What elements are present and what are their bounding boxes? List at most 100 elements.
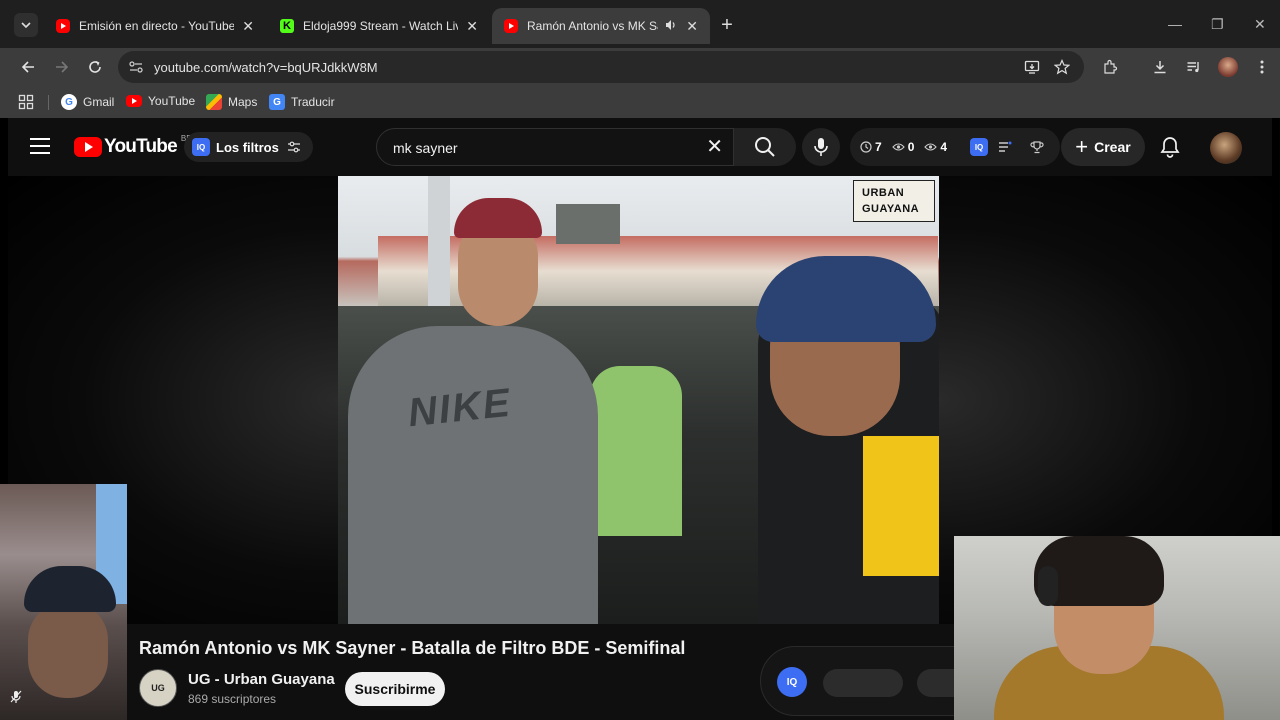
tab-kick-stream[interactable]: K Eldoja999 Stream - Watch Live on Kick … [268, 8, 490, 44]
youtube-icon [504, 19, 518, 33]
search-query: mk sayner [393, 140, 458, 156]
filters-label: Los filtros [216, 139, 279, 155]
youtube-icon [126, 95, 142, 107]
filters-chip[interactable]: IQ Los filtros [184, 132, 313, 162]
bookmark-youtube[interactable]: YouTube [126, 94, 195, 108]
youtube-icon [56, 19, 70, 33]
red-cap [454, 198, 542, 238]
minimize-icon[interactable]: — [1168, 16, 1182, 32]
trophy-icon[interactable] [1030, 140, 1044, 154]
restore-icon[interactable]: ❐ [1211, 16, 1224, 33]
google-icon: G [61, 94, 77, 110]
microphone-icon [814, 138, 828, 156]
close-tab-icon[interactable]: ✕ [686, 18, 698, 35]
background-tower [556, 204, 620, 244]
iq-extension-button[interactable]: IQ [777, 667, 807, 697]
more-menu-icon[interactable] [1252, 57, 1272, 77]
search-button[interactable] [734, 128, 796, 166]
back-button[interactable] [17, 56, 39, 78]
apps-grid-icon[interactable] [18, 94, 34, 110]
toolbar: youtube.com/watch?v=bqURJdkkW8M [0, 48, 1280, 86]
playlist-icon[interactable] [998, 141, 1012, 153]
downloads-icon[interactable] [1150, 57, 1170, 77]
channel-watermark: URBAN GUAYANA [853, 180, 935, 222]
iq-extension-icon: IQ [192, 138, 210, 156]
tab-current-video[interactable]: Ramón Antonio vs MK Sayner ✕ [492, 8, 710, 44]
extension-stats[interactable]: 7 0 4 IQ [850, 128, 1060, 166]
eye-counter: 0 [891, 140, 914, 154]
iq-extension-icon[interactable]: IQ [967, 138, 989, 156]
maps-icon [206, 94, 222, 110]
voice-search-button[interactable] [802, 128, 840, 166]
eye-icon [924, 143, 938, 151]
plus-icon: + [1075, 134, 1089, 159]
bookmark-label: YouTube [148, 94, 196, 108]
youtube-logo[interactable]: YouTube BR [74, 134, 192, 158]
chevron-down-icon [21, 22, 31, 29]
speaker-icon[interactable] [664, 18, 678, 35]
tab-youtube-studio[interactable]: Emisión en directo - YouTube Studio ✕ [44, 8, 266, 44]
rapper-grey-shirt: NIKE [348, 326, 598, 624]
shirt-print: NIKE [405, 380, 514, 436]
clear-search-icon[interactable]: ✕ [706, 137, 723, 157]
new-tab-button[interactable]: + [716, 14, 738, 36]
install-app-icon[interactable] [1022, 57, 1042, 77]
bookmark-label: Maps [228, 95, 258, 109]
bookmarks-bar: G Gmail YouTube Maps G Traducir [0, 86, 1280, 118]
video-frame[interactable]: NIKE URBAN GUAYANA [338, 176, 939, 624]
reload-button[interactable] [84, 56, 106, 78]
like-button[interactable] [823, 669, 903, 697]
tab-strip: Emisión en directo - YouTube Studio ✕ K … [0, 0, 1280, 48]
channel-avatar[interactable]: UG [139, 669, 177, 707]
kick-icon: K [280, 19, 294, 33]
subscribe-button[interactable]: Suscribirme [345, 672, 445, 706]
account-avatar[interactable] [1210, 132, 1242, 164]
close-window-icon[interactable]: ✕ [1254, 16, 1266, 33]
spectator-green-shirt [590, 366, 682, 536]
mic-muted-icon [10, 690, 22, 707]
sliders-icon [287, 141, 300, 153]
subscriber-count: 869 suscriptores [188, 692, 277, 706]
create-button[interactable]: + Crear [1061, 128, 1145, 166]
translate-icon: G [269, 94, 285, 110]
headset [1038, 566, 1058, 606]
channel-name[interactable]: UG - Urban Guayana [188, 671, 335, 688]
youtube-icon [74, 137, 102, 157]
actions-bar: IQ [760, 646, 977, 716]
arrow-right-icon [56, 61, 69, 73]
search-input[interactable]: mk sayner ✕ [376, 128, 734, 166]
tab-title: Emisión en directo - YouTube Studio [79, 19, 235, 33]
notifications-icon[interactable] [1160, 136, 1180, 163]
reload-icon [89, 61, 101, 73]
extensions-icon[interactable] [1100, 57, 1120, 77]
site-info-icon[interactable] [128, 60, 144, 79]
bookmark-label: Traducir [291, 95, 335, 109]
bookmark-maps[interactable]: Maps [206, 94, 257, 110]
clock-icon [860, 141, 872, 153]
media-controls-icon[interactable] [1184, 57, 1204, 77]
yellow-shirt [863, 436, 939, 576]
create-label: Crear [1094, 139, 1131, 155]
address-bar[interactable]: youtube.com/watch?v=bqURJdkkW8M [118, 51, 1084, 83]
clock-counter: 7 [860, 140, 882, 154]
profile-avatar[interactable] [1218, 57, 1238, 77]
search-icon [755, 137, 775, 157]
webcam-overlay-left [0, 484, 127, 720]
close-tab-icon[interactable]: ✕ [466, 18, 478, 35]
bookmark-translate[interactable]: G Traducir [269, 94, 335, 110]
bookmark-star-icon[interactable] [1052, 57, 1072, 77]
bookmark-gmail[interactable]: G Gmail [61, 94, 114, 110]
streamer-face [28, 602, 108, 698]
close-tab-icon[interactable]: ✕ [242, 18, 254, 35]
forward-button[interactable] [51, 56, 73, 78]
logo-text: YouTube [104, 136, 178, 157]
arrow-left-icon [21, 61, 34, 73]
video-title: Ramón Antonio vs MK Sayner - Batalla de … [139, 638, 686, 658]
views-counter: 4 [924, 140, 947, 154]
tab-search-button[interactable] [14, 13, 38, 37]
webcam-overlay-right [954, 536, 1280, 720]
bookmark-label: Gmail [83, 95, 115, 109]
menu-icon[interactable] [30, 138, 50, 159]
eye-icon [891, 143, 905, 151]
url-text: youtube.com/watch?v=bqURJdkkW8M [154, 60, 378, 75]
